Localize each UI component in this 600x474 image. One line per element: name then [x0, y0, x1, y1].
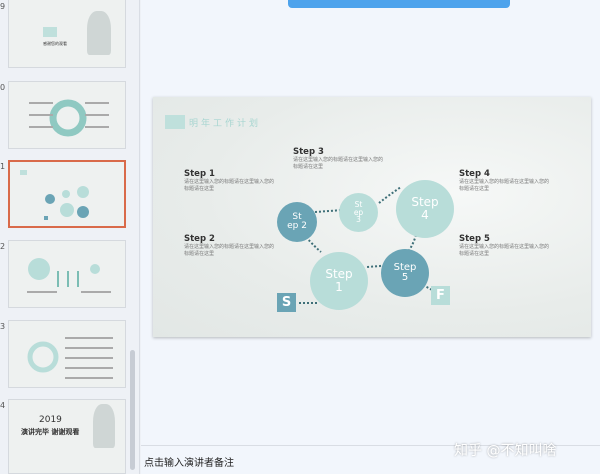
step4-desc[interactable]: 请在这里输入您的标题请在这里输入您的标题请在这里	[459, 179, 551, 193]
thumbnail-row[interactable]: 1	[0, 160, 139, 230]
thumbnail-number: 3	[0, 322, 6, 331]
slide-thumbnail-panel[interactable]: 9 感谢您的观看 0 1 2 3 4 2019 演讲完毕 谢谢观看	[0, 0, 140, 474]
slide-thumbnail[interactable]: 感谢您的观看	[8, 0, 126, 68]
thumbnail-number: 9	[0, 2, 6, 11]
step2-circle-label: St ep 2	[287, 211, 307, 231]
step1-circle-label: Step 1	[325, 267, 353, 294]
thumbnail-number: 1	[0, 162, 6, 171]
thumb-diagram	[27, 337, 113, 379]
finish-label: F	[436, 288, 445, 303]
step1-desc[interactable]: 请在这里输入您的标题请在这里输入您的标题请在这里	[184, 179, 276, 193]
step5-desc[interactable]: 请在这里输入您的标题请在这里输入您的标题请在这里	[459, 244, 551, 258]
thumb-diagram	[27, 258, 111, 293]
thumbnail-row[interactable]: 0	[0, 81, 139, 151]
start-marker[interactable]: S	[277, 293, 296, 312]
step1-circle[interactable]: Step 1	[310, 252, 368, 310]
thumbnail-number: 2	[0, 242, 6, 251]
start-label: S	[281, 295, 292, 310]
step4-circle[interactable]: Step 4	[396, 180, 454, 238]
step5-circle[interactable]: Step 5	[381, 249, 429, 297]
step4-circle-label: Step 4	[411, 195, 439, 222]
step3-circle-label: St ep 3	[353, 199, 364, 225]
slide-thumbnail-selected[interactable]	[8, 160, 126, 228]
slide-thumbnail[interactable]	[8, 320, 126, 388]
slide-editor[interactable]: 明年工作计划 Step 1 请在这里输入您的标题请在这里输入您的标题请在这里 S…	[141, 0, 600, 474]
watermark: 知乎 @不知叫啥	[454, 443, 557, 459]
thumb-shape	[43, 27, 57, 37]
thumb-title: 感谢您的观看	[43, 41, 67, 46]
speaker-notes-input[interactable]: 点击输入演讲者备注	[144, 454, 234, 469]
step2-desc[interactable]: 请在这里输入您的标题请在这里输入您的标题请在这里	[184, 244, 276, 258]
step2-title[interactable]: Step 2	[184, 234, 215, 244]
step3-title[interactable]: Step 3	[293, 147, 324, 157]
step5-title[interactable]: Step 5	[459, 234, 490, 244]
thumb-closing-line: 演讲完毕 谢谢观看	[21, 428, 80, 436]
thumbnail-scrollbar[interactable]	[130, 350, 135, 470]
slide-thumbnail[interactable]: 2019 演讲完毕 谢谢观看	[8, 399, 126, 474]
thumbnail-row[interactable]: 4 2019 演讲完毕 谢谢观看	[0, 399, 139, 474]
thumb-year: 2019	[39, 415, 62, 425]
step5-circle-label: Step 5	[393, 261, 417, 283]
step2-circle[interactable]: St ep 2	[277, 202, 317, 242]
step3-circle[interactable]: St ep 3	[339, 193, 378, 232]
thumbnail-row[interactable]: 3	[0, 320, 139, 390]
finish-marker[interactable]: F	[431, 286, 450, 305]
thumbnail-number: 0	[0, 83, 6, 92]
thumb-diagram	[20, 170, 89, 220]
step3-desc[interactable]: 请在这里输入您的标题请在这里输入您的标题请在这里	[293, 157, 385, 171]
slide-thumbnail[interactable]	[8, 81, 126, 149]
step1-title[interactable]: Step 1	[184, 169, 215, 179]
top-action-button[interactable]	[288, 0, 510, 8]
thumb-illustration	[87, 11, 111, 55]
thumbnail-row[interactable]: 2	[0, 240, 139, 310]
thumb-diagram	[29, 99, 109, 137]
thumbnail-number: 4	[0, 401, 6, 410]
thumbnail-row[interactable]: 9 感谢您的观看	[0, 0, 139, 70]
thumb-illustration	[93, 404, 115, 448]
slide-thumbnail[interactable]	[8, 240, 126, 308]
step4-title[interactable]: Step 4	[459, 169, 490, 179]
connector-2-1	[305, 236, 322, 253]
current-slide[interactable]: 明年工作计划 Step 1 请在这里输入您的标题请在这里输入您的标题请在这里 S…	[153, 97, 591, 337]
